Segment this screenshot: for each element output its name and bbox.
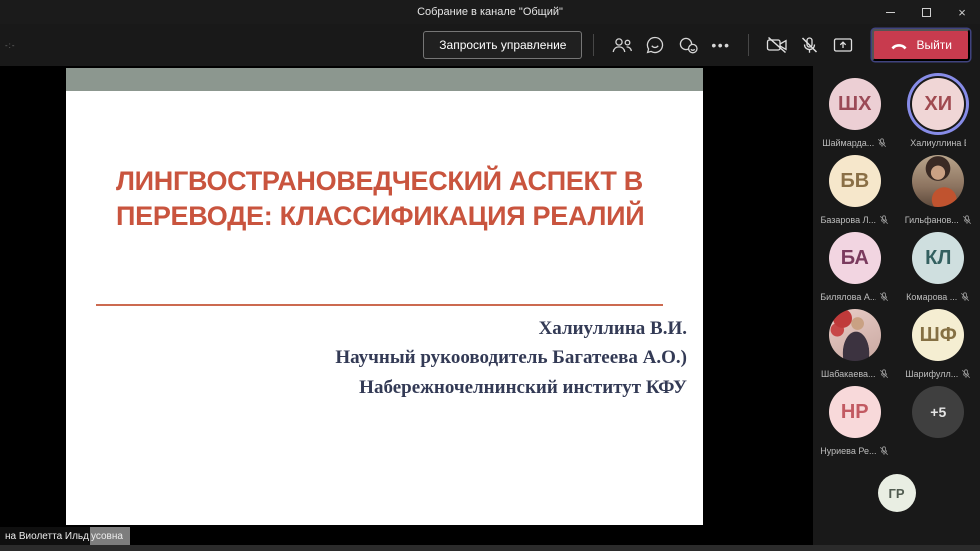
participants-grid: ШХ Шаймарда... ХИ Халиуллина Ви... БВ Ба… <box>813 66 980 463</box>
mic-toggle-button[interactable] <box>793 30 826 60</box>
mic-muted-icon <box>879 215 889 225</box>
participant-name: Нуриева Ре... <box>820 446 876 456</box>
overflow-count-avatar: +5 <box>912 386 964 438</box>
slide-divider-line <box>96 304 663 306</box>
reactions-icon <box>677 36 699 55</box>
meeting-title: Собрание в канале "Общий" <box>417 6 563 18</box>
participant-name: Билялова А... <box>820 292 876 302</box>
leave-meeting-button[interactable]: Выйти <box>872 29 970 61</box>
participant-name: Шарифулл... <box>905 369 958 379</box>
participant-name: Комарова ... <box>906 292 957 302</box>
participant-photo-avatar <box>912 155 964 207</box>
slide-authors: Халиуллина В.И. Научный рукооводитель Ба… <box>335 314 687 402</box>
participants-sidebar: ШХ Шаймарда... ХИ Халиуллина Ви... БВ Ба… <box>813 66 980 551</box>
camera-off-icon <box>765 36 789 54</box>
maximize-icon <box>922 8 931 17</box>
minimize-button[interactable] <box>872 0 908 24</box>
minimize-icon <box>886 12 895 13</box>
participant-name: Базарова Л... <box>820 215 876 225</box>
participant-photo-avatar <box>829 309 881 361</box>
mic-muted-icon <box>962 215 972 225</box>
avatar-speaking: ХИ <box>912 78 964 130</box>
avatar: ШФ <box>912 309 964 361</box>
slide-title: ЛИНГВОСТРАНОВЕДЧЕСКИЙ АСПЕКТ В ПЕРЕВОДЕ:… <box>116 164 686 234</box>
avatar: БА <box>829 232 881 284</box>
participant-name: Шабакаева... <box>821 369 876 379</box>
request-control-button[interactable]: Запросить управление <box>423 31 582 59</box>
mic-muted-icon <box>877 138 887 148</box>
author-line: Халиуллина В.И. <box>335 314 687 343</box>
chat-bubble-icon <box>645 35 665 55</box>
author-line: Набережночелнинский институт КФУ <box>335 373 687 402</box>
bottom-edge-strip <box>0 545 980 551</box>
participants-button[interactable] <box>605 30 638 60</box>
slide-title-line2: ПЕРЕВОДЕ: КЛАССИФИКАЦИЯ РЕАЛИЙ <box>116 199 686 234</box>
toolbar-divider <box>593 34 594 56</box>
mic-muted-icon <box>879 369 889 379</box>
window-controls: × <box>872 0 980 24</box>
avatar: КЛ <box>912 232 964 284</box>
participant-tile[interactable]: ХИ Халиуллина Ви... <box>897 78 980 149</box>
more-icon: ••• <box>711 40 730 50</box>
share-screen-button[interactable] <box>826 30 859 60</box>
author-line: Научный рукооводитель Багатеева А.О.) <box>335 343 687 372</box>
chat-button[interactable] <box>638 30 671 60</box>
reactions-button[interactable] <box>671 30 704 60</box>
mic-muted-icon <box>879 446 889 456</box>
participant-name: Гильфанов... <box>905 215 959 225</box>
participant-tile[interactable]: Шабакаева... <box>813 309 897 380</box>
presenter-name-text: на Виолетта Ильд <box>0 527 90 545</box>
participant-name: Халиуллина Ви... <box>910 138 966 148</box>
participant-name: Шаймарда... <box>822 138 874 148</box>
share-screen-icon <box>832 36 854 54</box>
mic-muted-icon <box>879 292 889 302</box>
participant-tile[interactable]: НР Нуриева Ре... <box>813 386 897 457</box>
participant-tile[interactable]: БВ Базарова Л... <box>813 155 897 226</box>
participant-tile[interactable]: КЛ Комарова ... <box>897 232 980 303</box>
bottom-participant-avatar[interactable]: ГР <box>878 474 916 512</box>
presenter-name-label: на Виолетта Ильд усовна <box>0 527 130 545</box>
avatar: БВ <box>829 155 881 207</box>
more-options-button[interactable]: ••• <box>704 30 737 60</box>
participant-tile[interactable]: Гильфанов... <box>897 155 980 226</box>
people-icon <box>610 37 634 54</box>
leave-label: Выйти <box>916 38 952 52</box>
participant-tile[interactable]: ШХ Шаймарда... <box>813 78 897 149</box>
maximize-button[interactable] <box>908 0 944 24</box>
camera-toggle-button[interactable] <box>760 30 793 60</box>
participant-tile[interactable]: БА Билялова А... <box>813 232 897 303</box>
avatar: ШХ <box>829 78 881 130</box>
shared-screen-stage: ЛИНГВОСТРАНОВЕДЧЕСКИЙ АСПЕКТ В ПЕРЕВОДЕ:… <box>0 66 813 551</box>
avatar: НР <box>829 386 881 438</box>
mic-muted-icon <box>960 292 970 302</box>
presentation-slide: ЛИНГВОСТРАНОВЕДЧЕСКИЙ АСПЕКТ В ПЕРЕВОДЕ:… <box>66 68 703 525</box>
close-button[interactable]: × <box>944 0 980 24</box>
toolbar-divider <box>748 34 749 56</box>
participant-tile[interactable]: ШФ Шарифулл... <box>897 309 980 380</box>
overflow-participants-tile[interactable]: +5 <box>897 386 980 457</box>
mic-off-icon <box>800 36 819 55</box>
meeting-timer: -:- <box>5 41 16 50</box>
window-titlebar: Собрание в канале "Общий" × <box>0 0 980 24</box>
mic-muted-icon <box>961 369 971 379</box>
meeting-toolbar: -:- Запросить управление ••• <box>0 24 980 66</box>
hang-up-icon <box>890 41 908 50</box>
slide-top-band <box>66 68 703 91</box>
slide-title-line1: ЛИНГВОСТРАНОВЕДЧЕСКИЙ АСПЕКТ В <box>116 164 686 199</box>
close-icon: × <box>958 5 966 20</box>
presenter-name-text-highlight: усовна <box>90 527 130 545</box>
